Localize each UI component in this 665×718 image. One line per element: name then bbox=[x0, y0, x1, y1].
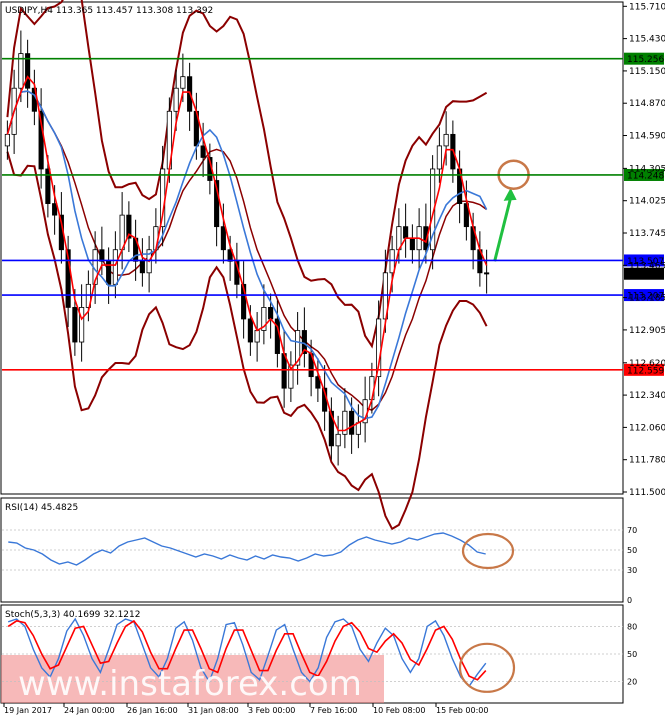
price-tick-label: 111.780 bbox=[629, 456, 665, 466]
candle-body bbox=[99, 249, 105, 262]
rsi-tick-label: 0 bbox=[627, 596, 632, 605]
main-header: USDJPY,H4 113.365 113.457 113.308 113.39… bbox=[5, 6, 213, 16]
time-tick-label: 15 Feb 00:00 bbox=[436, 706, 488, 715]
candle-body bbox=[484, 272, 490, 275]
stoch-header: Stoch(5,3,3) 40.1699 32.1212 bbox=[5, 610, 140, 620]
candle-body bbox=[173, 87, 179, 112]
stoch-tick-label: 80 bbox=[627, 622, 637, 631]
candle-body bbox=[72, 307, 78, 343]
price-tick-label: 115.430 bbox=[629, 35, 665, 45]
price-tick-label: 115.150 bbox=[629, 67, 665, 77]
rsi-header: RSI(14) 45.4825 bbox=[5, 503, 78, 513]
price-tick-label: 112.340 bbox=[629, 391, 665, 401]
price-tick-label: 115.710 bbox=[629, 2, 665, 12]
candle-body bbox=[254, 330, 260, 343]
rsi-tick-label: 30 bbox=[627, 566, 637, 575]
price-tick-label: 113.185 bbox=[629, 294, 665, 304]
rsi-tick-label: 70 bbox=[627, 526, 637, 535]
stoch-tick-label: 20 bbox=[627, 678, 637, 687]
price-tick-label: 112.060 bbox=[629, 423, 665, 433]
candle-body bbox=[4, 133, 10, 147]
candle-body bbox=[45, 168, 51, 204]
candle-body bbox=[112, 249, 118, 285]
candle-body bbox=[139, 260, 145, 274]
price-tick-label: 114.025 bbox=[629, 197, 665, 207]
candle-body bbox=[247, 318, 253, 343]
candle-body bbox=[443, 133, 449, 147]
chart-canvas: 115.256114.248113.507113.207112.559113.3… bbox=[0, 0, 665, 718]
candle-body bbox=[268, 307, 274, 320]
price-tick-label: 114.870 bbox=[629, 99, 665, 109]
candle-body bbox=[349, 410, 355, 435]
price-tick-label: 114.590 bbox=[629, 132, 665, 142]
rsi-tick-label: 50 bbox=[627, 546, 637, 555]
stoch-tick-label: 50 bbox=[627, 650, 637, 659]
candle-body bbox=[436, 145, 442, 170]
time-tick-label: 19 Jan 2017 bbox=[4, 706, 52, 715]
price-tick-label: 112.905 bbox=[629, 326, 665, 336]
candle-body bbox=[180, 76, 186, 89]
time-tick-label: 10 Feb 08:00 bbox=[373, 706, 425, 715]
level-label: 115.256 bbox=[627, 55, 664, 65]
time-tick-label: 24 Jan 00:00 bbox=[64, 706, 115, 715]
watermark-text: www.instaforex.com bbox=[18, 664, 362, 704]
candle-body bbox=[220, 226, 226, 251]
candle-body bbox=[409, 237, 415, 251]
candle-body bbox=[403, 226, 409, 239]
candle-body bbox=[389, 249, 395, 274]
price-tick-label: 113.745 bbox=[629, 229, 665, 239]
candle-body bbox=[200, 145, 206, 158]
time-tick-label: 7 Feb 16:00 bbox=[310, 706, 357, 715]
current-price-label: 113.392 bbox=[627, 270, 664, 280]
time-tick-label: 3 Feb 00:00 bbox=[248, 706, 295, 715]
price-tick-label: 112.620 bbox=[629, 359, 665, 369]
price-tick-label: 114.305 bbox=[629, 164, 665, 174]
time-tick-label: 26 Jan 16:00 bbox=[127, 706, 178, 715]
price-tick-label: 111.500 bbox=[629, 488, 665, 498]
time-tick-label: 31 Jan 08:00 bbox=[188, 706, 239, 715]
price-tick-label: 113.465 bbox=[629, 261, 665, 271]
candle-body bbox=[335, 433, 341, 447]
candle-body bbox=[52, 203, 58, 216]
